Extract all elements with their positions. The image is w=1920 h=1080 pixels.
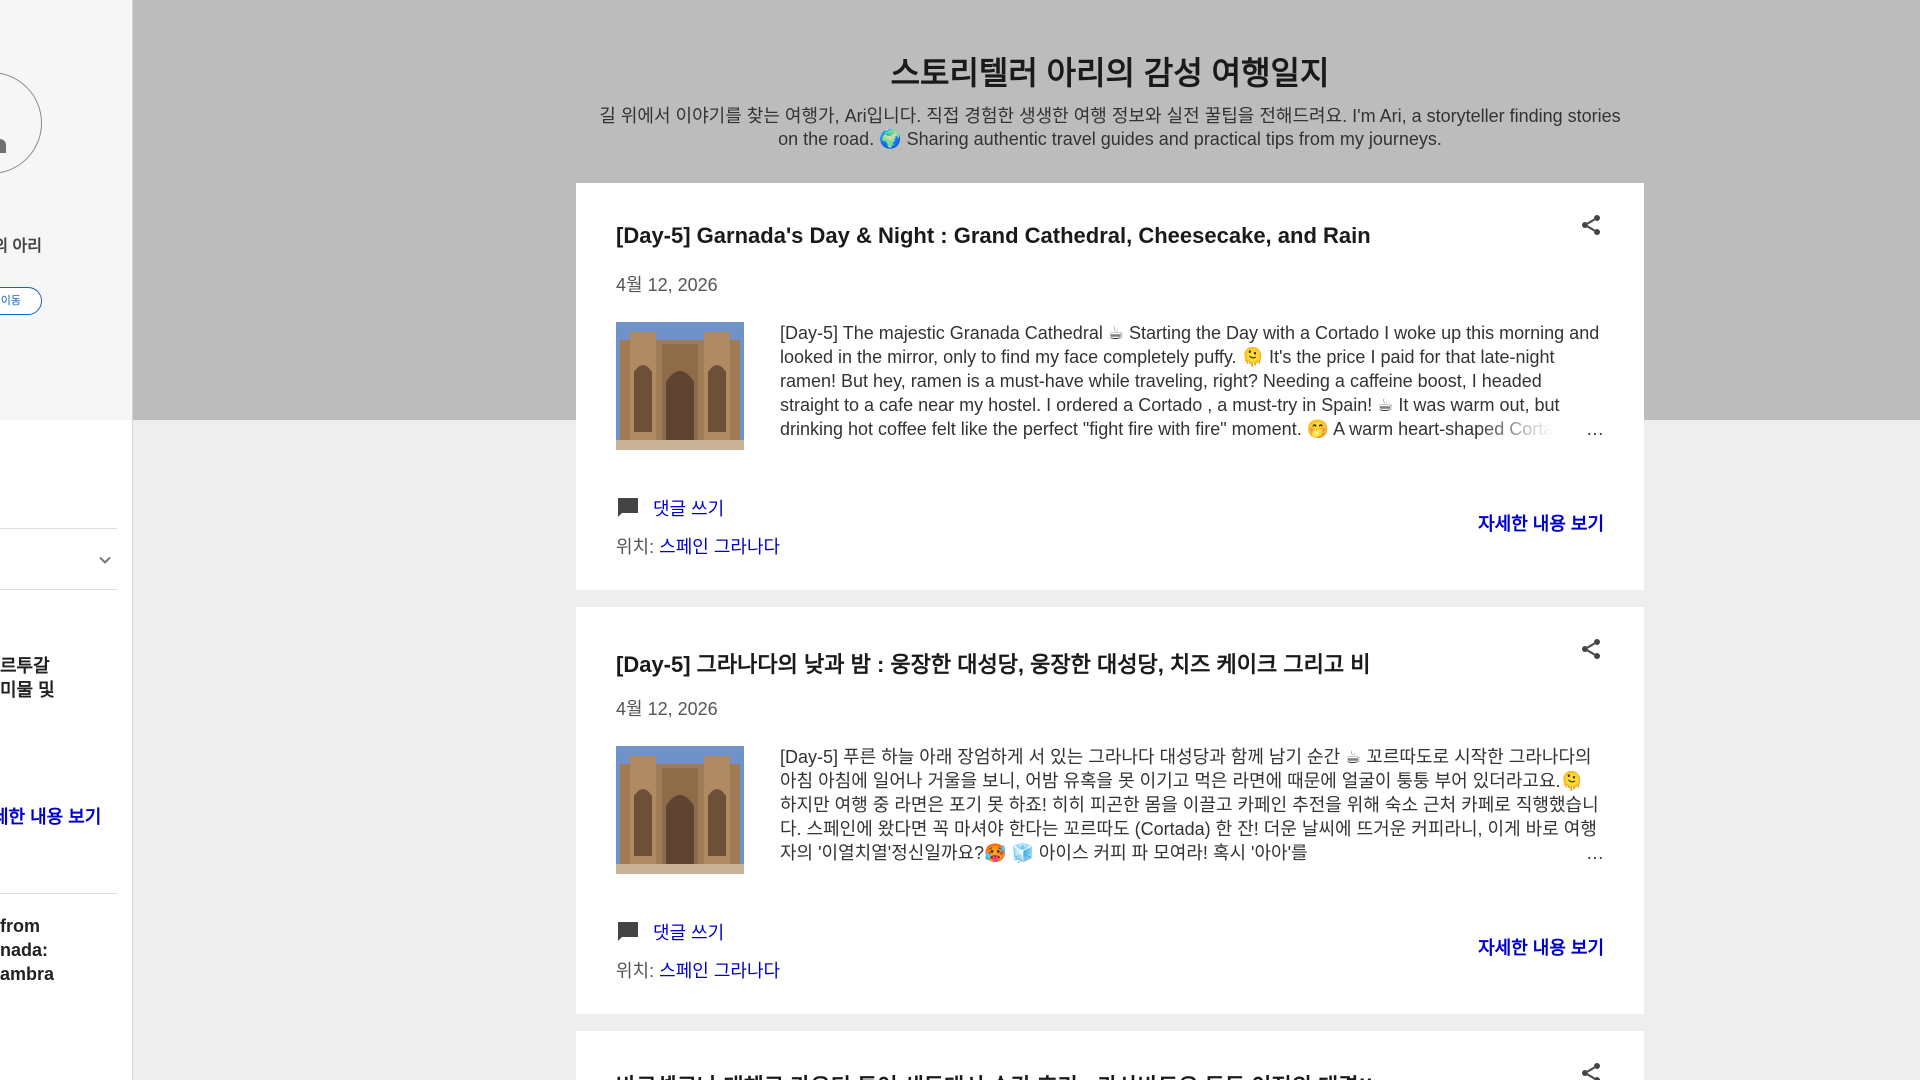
read-more-link[interactable]: 자세한 내용 보기 (1452, 510, 1604, 536)
post-title[interactable]: [Day-5] Garnada's Day & Night : Grand Ca… (616, 223, 1566, 249)
comment-icon[interactable] (616, 919, 640, 943)
snippet-ellipsis: … (1586, 419, 1604, 439)
blog-title[interactable]: 스토리텔러 아리의 감성 여행일지 (575, 48, 1645, 94)
location-label: 위치: (616, 537, 655, 557)
sidebar-post-title[interactable]: from nada: ambra (0, 914, 120, 986)
write-comment-link[interactable]: 댓글 쓰기 (653, 919, 724, 945)
snippet-fade (1476, 417, 1604, 441)
avatar-person-icon (0, 139, 6, 153)
post-card: 바르셀로나 대체로 가우디 투어 새등대시 순간 후기 : 카사바트요 등등 이… (576, 1031, 1644, 1080)
cathedral-image (616, 746, 744, 874)
post-date: 4월 12, 2026 (616, 699, 718, 719)
share-icon[interactable] (1579, 1061, 1603, 1080)
blog-description: 길 위에서 이야기를 찾는 여행가, Ari입니다. 직접 경험한 생생한 여행… (599, 106, 1621, 149)
location-link[interactable]: 스페인 그라나다 (659, 961, 780, 981)
post-card: [Day-5] Garnada's Day & Night : Grand Ca… (576, 183, 1644, 590)
share-icon[interactable] (1579, 637, 1603, 661)
divider (0, 589, 117, 590)
chevron-down-icon[interactable] (97, 552, 113, 568)
sidebar-read-more-link[interactable]: 세한 내용 보기 (0, 803, 101, 829)
share-icon[interactable] (1579, 213, 1603, 237)
sidebar-post-title[interactable]: 르투갈 미물 및 (0, 654, 120, 702)
post-thumbnail[interactable] (616, 322, 744, 450)
sidebar-profile-area (0, 0, 132, 420)
sidebar: 의 아리 이동 르투갈 미물 및 세한 내용 보기 from nada: amb… (0, 0, 133, 1080)
snippet-ellipsis: … (1586, 843, 1604, 863)
write-comment-link[interactable]: 댓글 쓰기 (653, 495, 724, 521)
post-date: 4월 12, 2026 (616, 275, 718, 295)
location-label: 위치: (616, 961, 655, 981)
post-thumbnail[interactable] (616, 746, 744, 874)
post-location: 위치: 스페인 그라나다 (616, 957, 780, 983)
post-title[interactable]: 바르셀로나 대체로 가우디 투어 새등대시 순간 후기 : 카사바트요 등등 이… (616, 1069, 1566, 1080)
cathedral-image (616, 322, 744, 450)
post-location: 위치: 스페인 그라나다 (616, 533, 780, 559)
profile-name[interactable]: 의 아리 (0, 232, 42, 256)
read-more-link[interactable]: 자세한 내용 보기 (1452, 934, 1604, 960)
profile-button[interactable]: 이동 (0, 287, 42, 315)
location-link[interactable]: 스페인 그라나다 (659, 537, 780, 557)
divider (0, 893, 117, 894)
comment-icon[interactable] (616, 495, 640, 519)
post-card: [Day-5] 그라나다의 낮과 밤 : 웅장한 대성당, 웅장한 대성당, 치… (576, 607, 1644, 1014)
snippet-fade (1476, 841, 1604, 865)
post-title[interactable]: [Day-5] 그라나다의 낮과 밤 : 웅장한 대성당, 웅장한 대성당, 치… (616, 647, 1566, 679)
